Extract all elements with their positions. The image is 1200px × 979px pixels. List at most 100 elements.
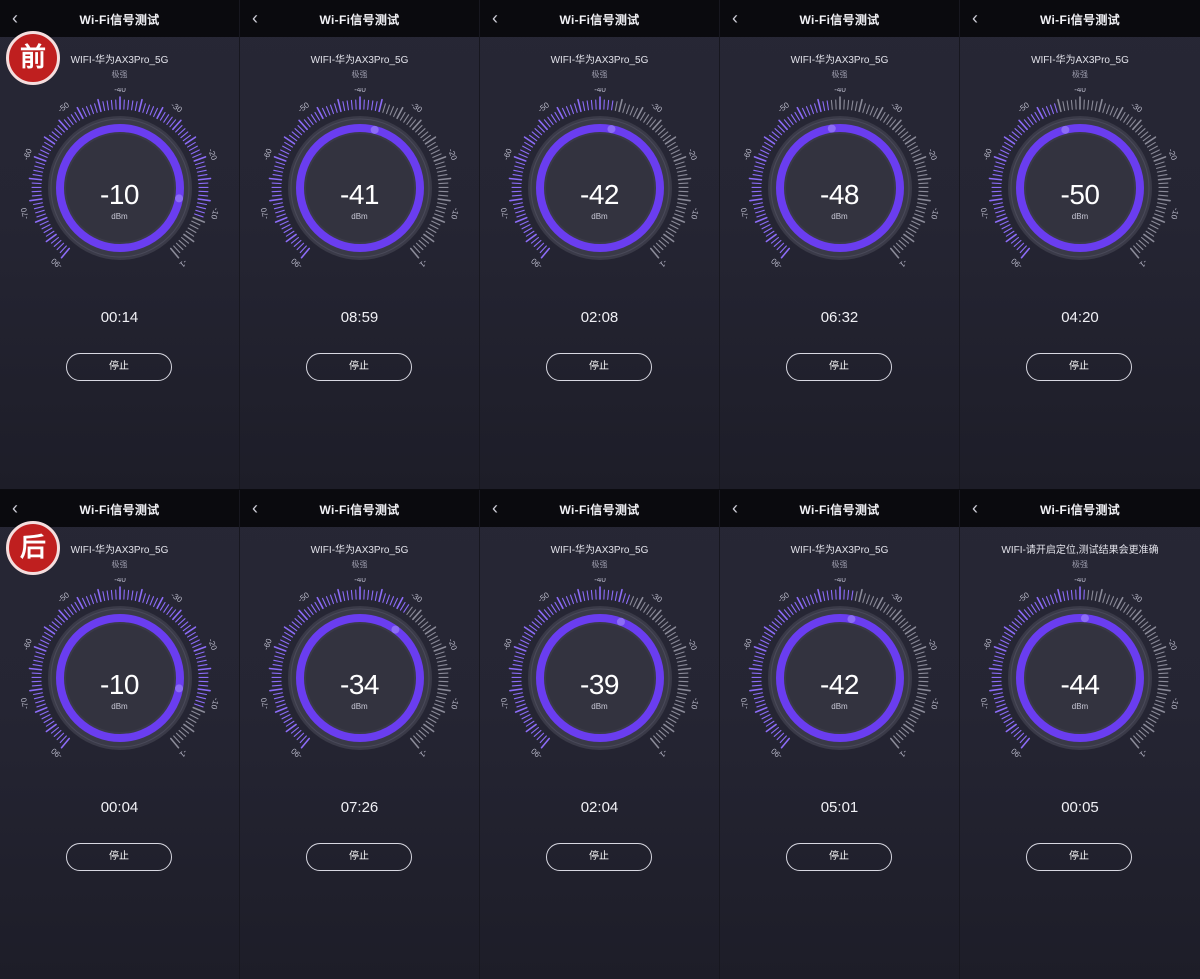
gauge-tick bbox=[907, 631, 916, 638]
gauge-tick bbox=[428, 635, 438, 641]
gauge-tick bbox=[1014, 618, 1023, 626]
gauge-scale-label: -50 bbox=[56, 590, 71, 604]
elapsed-time: 05:01 bbox=[820, 799, 859, 816]
stop-button[interactable]: 停止 bbox=[66, 353, 172, 381]
gauge-tick bbox=[1098, 588, 1103, 603]
gauge-tick bbox=[768, 134, 778, 142]
gauge-tick bbox=[908, 145, 918, 151]
gauge-tick bbox=[569, 104, 575, 115]
gauge-tick bbox=[1030, 604, 1037, 613]
gauge-tick bbox=[156, 106, 164, 120]
gauge-tick bbox=[1016, 732, 1025, 741]
stop-button[interactable]: 停止 bbox=[786, 353, 892, 381]
gauge-tick bbox=[893, 245, 901, 254]
gauge-tick bbox=[393, 107, 399, 118]
gauge-tick bbox=[370, 100, 374, 111]
gauge-tick bbox=[169, 119, 177, 128]
gauge-tick bbox=[622, 103, 626, 113]
gauge-tick bbox=[1147, 631, 1156, 638]
gauge-tick bbox=[908, 635, 918, 641]
gauge-tick bbox=[70, 114, 77, 123]
gauge-tick bbox=[1001, 714, 1011, 720]
gauge-tick bbox=[1054, 593, 1058, 603]
gauge-scale-label: -30 bbox=[889, 590, 904, 604]
gauge-tick bbox=[39, 710, 49, 716]
gauge-tick bbox=[163, 604, 170, 613]
gauge-tick bbox=[38, 643, 48, 648]
gauge-tick bbox=[296, 242, 305, 251]
gauge-tick bbox=[1008, 624, 1018, 632]
gauge-tick bbox=[409, 609, 417, 618]
gauge-tick bbox=[661, 726, 670, 734]
gauge-tick bbox=[138, 98, 143, 113]
gauge-tick bbox=[582, 101, 586, 112]
gauge-tick bbox=[916, 169, 927, 173]
gauge-tick bbox=[40, 149, 50, 155]
stop-button[interactable]: 停止 bbox=[66, 843, 172, 871]
stop-button[interactable]: 停止 bbox=[546, 353, 652, 381]
gauge-tick bbox=[1070, 99, 1073, 110]
gauge-tick bbox=[676, 659, 687, 663]
gauge-tick bbox=[809, 104, 815, 115]
gauge-scale-label: -50 bbox=[536, 590, 551, 604]
stop-button[interactable]: 停止 bbox=[306, 843, 412, 871]
elapsed-time: 08:59 bbox=[340, 309, 379, 326]
gauge-tick bbox=[998, 153, 1008, 158]
gauge-tick bbox=[436, 659, 447, 663]
gauge-tick bbox=[427, 717, 437, 724]
gauge-tick bbox=[1049, 104, 1055, 115]
gauge-tick bbox=[1129, 609, 1137, 618]
gauge-tick bbox=[329, 594, 335, 605]
gauge-tick bbox=[673, 156, 687, 162]
gauge-tick bbox=[847, 99, 850, 110]
gauge-tick bbox=[1034, 601, 1041, 611]
gauge-scale-label: -50 bbox=[536, 100, 551, 114]
stop-button[interactable]: 停止 bbox=[1026, 843, 1132, 871]
gauge-tick bbox=[173, 245, 181, 254]
gauge-tick bbox=[409, 119, 417, 128]
gauge-tick bbox=[102, 591, 106, 602]
gauge-tick bbox=[59, 735, 67, 744]
gauge-tick bbox=[418, 729, 427, 737]
gauge-tick bbox=[561, 107, 567, 118]
network-name: WIFI-华为AX3Pro_5G bbox=[310, 545, 409, 556]
gauge-tick bbox=[1126, 606, 1133, 615]
stop-button[interactable]: 停止 bbox=[306, 353, 412, 381]
gauge-tick bbox=[314, 111, 321, 121]
page-title: Wi-Fi信号测试 bbox=[319, 13, 400, 27]
gauge-tick bbox=[993, 659, 1004, 663]
gauge-tick bbox=[110, 99, 113, 110]
gauge-tick bbox=[291, 621, 300, 629]
title-bar: ‹ Wi-Fi信号测试 bbox=[480, 490, 719, 527]
gauge-tick bbox=[33, 659, 44, 663]
gauge-tick bbox=[41, 714, 51, 720]
gauge-pointer bbox=[616, 617, 625, 626]
gauge-tick bbox=[193, 646, 207, 652]
stop-button[interactable]: 停止 bbox=[1026, 353, 1132, 381]
stop-button[interactable]: 停止 bbox=[546, 843, 652, 871]
gauge-tick bbox=[97, 98, 102, 113]
gauge-tick bbox=[1087, 99, 1090, 110]
gauge-tick bbox=[175, 732, 184, 741]
gauge-tick bbox=[639, 111, 646, 121]
gauge-tick bbox=[433, 646, 447, 652]
gauge-tick bbox=[758, 643, 768, 648]
stop-button[interactable]: 停止 bbox=[786, 843, 892, 871]
gauge-tick bbox=[755, 651, 766, 656]
gauge-tick bbox=[378, 98, 383, 113]
gauge-tick bbox=[1057, 588, 1062, 603]
signal-unit: dBm bbox=[1071, 212, 1089, 221]
gauge-tick bbox=[629, 106, 635, 116]
gauge-tick bbox=[350, 589, 353, 600]
gauge-tick bbox=[307, 116, 314, 125]
gauge-tick bbox=[192, 643, 202, 648]
gauge-tick bbox=[633, 597, 639, 608]
gauge-tick bbox=[370, 590, 374, 601]
page-title: Wi-Fi信号测试 bbox=[1040, 13, 1120, 27]
gauge-tick bbox=[879, 601, 886, 611]
gauge-tick bbox=[415, 242, 424, 251]
gauge-tick bbox=[434, 161, 445, 166]
gauge-tick bbox=[817, 588, 822, 603]
gauge-tick bbox=[1105, 594, 1111, 605]
phone-screen: ‹ Wi-Fi信号测试 WIFI-华为AX3Pro_5G 极强 -90 -70 -6… bbox=[720, 490, 960, 979]
